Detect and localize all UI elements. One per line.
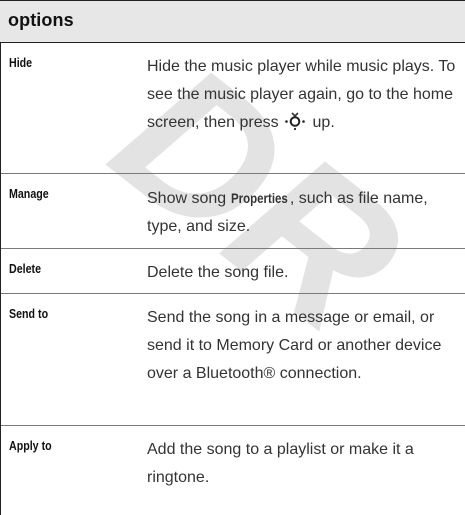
row-description: Add the song to a playlist or make it a … [147,441,414,486]
page: DR options Hide Hide the music player wh… [0,0,465,515]
options-table: options Hide Hide the music player while… [0,0,465,515]
table-row-manage: Manage Show song Properties, such as fil… [1,174,465,249]
table-header: options [0,0,465,43]
row-description: Send the song in a message or email, or … [147,309,442,382]
table-header-title: options [8,10,74,30]
row-label: Hide [9,55,33,70]
table-row-apply-to: Apply to Add the song to a playlist or m… [1,426,465,515]
row-label: Manage [9,186,49,201]
navigation-key-icon [284,112,306,130]
row-description: Delete the song file. [147,264,289,281]
table-row-delete: Delete Delete the song file. [1,249,465,294]
row-description: Hide the music player while music plays.… [147,53,457,137]
table-row-send-to: Send to Send the song in a message or em… [1,294,465,426]
row-description-text-end: up. [312,114,335,131]
row-label: Send to [9,306,49,321]
row-description-text: Show song [147,190,227,207]
row-label: Apply to [9,438,52,453]
row-label: Delete [9,261,42,276]
table-body: Hide Hide the music player while music p… [0,43,465,515]
table-row-hide: Hide Hide the music player while music p… [1,43,465,174]
properties-term: Properties [230,190,288,206]
row-description: Show song Properties, such as file name,… [147,184,457,241]
